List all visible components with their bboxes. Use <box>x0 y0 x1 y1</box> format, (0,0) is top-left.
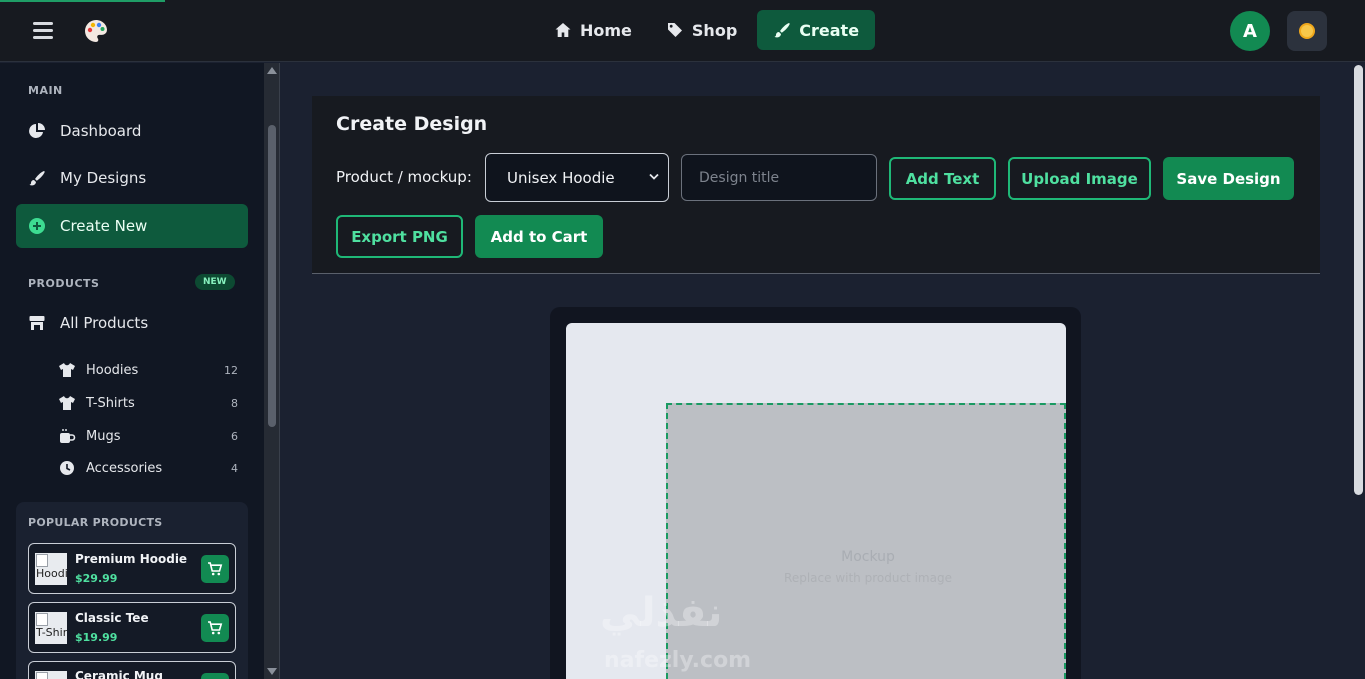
product-price: $29.99 <box>75 572 118 585</box>
product-thumbnail: Hoodie <box>35 553 67 585</box>
user-avatar[interactable]: A <box>1230 11 1270 51</box>
scroll-up-arrow-icon[interactable] <box>267 67 277 74</box>
category-label: Accessories <box>86 460 163 476</box>
create-design-panel: Create Design Product / mockup: Unisex H… <box>312 96 1320 274</box>
nav-shop-label: Shop <box>691 20 738 40</box>
product-name: Ceramic Mug <box>75 669 163 679</box>
product-price: $19.99 <box>75 631 118 644</box>
add-to-cart-button[interactable] <box>201 555 229 583</box>
page-title: Create Design <box>336 113 488 135</box>
add-to-cart-button[interactable] <box>201 673 229 679</box>
clock-icon <box>60 461 74 475</box>
mockup-placeholder-title: Mockup <box>841 549 895 565</box>
plus-circle-icon <box>29 218 45 234</box>
top-navigation-bar: Home Shop Create A <box>0 0 1365 62</box>
hamburger-menu-icon[interactable] <box>33 22 53 39</box>
paintbrush-icon <box>29 171 45 186</box>
palette-logo-icon[interactable] <box>82 17 110 45</box>
shirt-icon <box>59 396 75 410</box>
nav-home-label: Home <box>580 20 632 40</box>
print-area[interactable]: Mockup Replace with product image <box>666 403 1066 679</box>
sidebar-item-dashboard[interactable]: Dashboard <box>16 109 248 153</box>
sidebar-section-products: PRODUCTS <box>28 277 100 290</box>
upload-image-button[interactable]: Upload Image <box>1008 157 1151 200</box>
category-label: Hoodies <box>86 362 139 378</box>
home-icon <box>555 23 571 37</box>
add-text-button[interactable]: Add Text <box>889 157 996 200</box>
product-name: Classic Tee <box>75 611 149 625</box>
main-nav: Home Shop Create <box>540 10 876 50</box>
store-icon <box>29 316 45 330</box>
add-to-cart-button[interactable] <box>201 614 229 642</box>
nav-create[interactable]: Create <box>757 10 876 50</box>
mug-icon <box>60 429 76 443</box>
product-thumbnail <box>35 671 67 679</box>
scroll-down-arrow-icon[interactable] <box>267 668 277 675</box>
product-name: Premium Hoodie <box>75 552 188 566</box>
paintbrush-icon <box>774 23 791 38</box>
popular-product-card[interactable]: T-Shirt Classic Tee $19.99 <box>28 602 236 653</box>
theme-toggle-button[interactable] <box>1287 11 1327 51</box>
popular-product-card[interactable]: Hoodie Premium Hoodie $29.99 <box>28 543 236 594</box>
nav-home[interactable]: Home <box>540 10 646 50</box>
chart-pie-icon <box>29 123 45 138</box>
mockup-placeholder-subtitle: Replace with product image <box>784 571 952 585</box>
design-title-input[interactable] <box>681 154 877 201</box>
watermark-arabic: نفذلي <box>600 590 723 636</box>
sidebar-scroll-thumb[interactable] <box>268 125 276 427</box>
chevron-down-icon <box>649 173 659 180</box>
sidebar-item-label: All Products <box>60 314 149 332</box>
sun-icon <box>1299 23 1315 39</box>
sidebar-item-label: Dashboard <box>60 122 142 140</box>
category-count: 4 <box>231 461 238 475</box>
sidebar-item-my-designs[interactable]: My Designs <box>16 156 248 200</box>
nav-create-label: Create <box>799 20 860 40</box>
loading-progress-bar <box>0 0 165 2</box>
category-hoodies[interactable]: Hoodies 12 <box>58 357 238 383</box>
cart-icon <box>208 621 223 635</box>
shirt-icon <box>59 363 75 377</box>
sidebar-item-label: My Designs <box>60 169 147 187</box>
product-thumbnail: T-Shirt <box>35 612 67 644</box>
sidebar-item-all-products[interactable]: All Products <box>16 301 248 345</box>
popular-products-title: POPULAR PRODUCTS <box>28 516 163 529</box>
cart-icon <box>208 562 223 576</box>
sidebar-item-label: Create New <box>60 217 148 235</box>
new-badge: NEW <box>195 274 235 290</box>
sidebar: MAIN Dashboard My Designs Create New PRO… <box>0 63 264 679</box>
category-label: T-Shirts <box>86 395 135 411</box>
main-scroll-thumb[interactable] <box>1354 65 1363 495</box>
sidebar-item-create-new[interactable]: Create New <box>16 204 248 248</box>
category-count: 12 <box>224 363 238 377</box>
category-count: 6 <box>231 429 238 443</box>
sidebar-scrollbar[interactable] <box>264 63 280 679</box>
export-png-button[interactable]: Export PNG <box>336 215 463 258</box>
popular-products-panel: POPULAR PRODUCTS Hoodie Premium Hoodie $… <box>16 502 248 679</box>
main-scrollbar[interactable] <box>1352 63 1365 679</box>
category-count: 8 <box>231 396 238 410</box>
watermark-latin: nafezly.com <box>604 648 752 673</box>
category-mugs[interactable]: Mugs 6 <box>58 423 238 449</box>
save-design-button[interactable]: Save Design <box>1163 157 1294 200</box>
sidebar-section-main: MAIN <box>28 84 63 97</box>
nav-shop[interactable]: Shop <box>652 10 751 50</box>
popular-product-card[interactable]: Ceramic Mug <box>28 661 236 679</box>
category-t-shirts[interactable]: T-Shirts 8 <box>58 390 238 416</box>
tag-icon <box>667 23 682 37</box>
mockup-label: Product / mockup: <box>336 168 472 186</box>
mockup-select-value: Unisex Hoodie <box>507 168 615 187</box>
category-accessories[interactable]: Accessories 4 <box>58 455 238 481</box>
category-label: Mugs <box>86 428 121 444</box>
mockup-select[interactable]: Unisex Hoodie <box>485 153 669 202</box>
add-to-cart-button[interactable]: Add to Cart <box>475 215 603 258</box>
